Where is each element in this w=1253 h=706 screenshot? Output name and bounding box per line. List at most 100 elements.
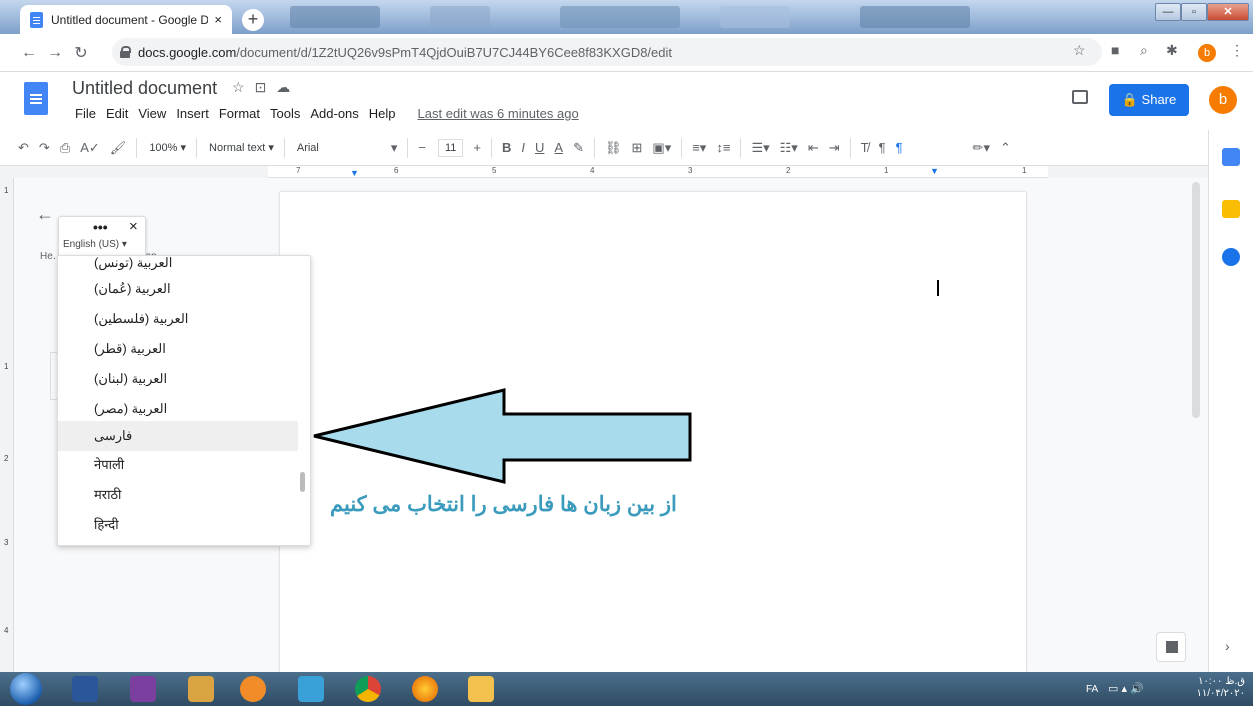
menu-addons[interactable]: Add-ons	[310, 106, 358, 121]
spellcheck-icon[interactable]: A✓	[80, 140, 100, 156]
comment-icon[interactable]: ⊞	[632, 140, 643, 156]
link-icon[interactable]: ⛓	[605, 140, 622, 156]
bookmark-star-icon[interactable]: ☆	[1073, 42, 1086, 59]
ccleaner-icon[interactable]	[240, 676, 266, 702]
keyboard-language[interactable]: FA	[1086, 684, 1098, 695]
language-option[interactable]: العربية (فلسطين)	[58, 304, 298, 334]
file-explorer-icon[interactable]	[468, 676, 494, 702]
right-indent-marker[interactable]: ▼	[930, 166, 939, 176]
chrome-icon[interactable]	[355, 676, 381, 702]
network-icon[interactable]	[298, 676, 324, 702]
calendar-icon[interactable]	[1222, 148, 1240, 166]
start-button[interactable]	[10, 673, 42, 705]
font-size-input[interactable]: 11	[437, 138, 464, 157]
last-edit-link[interactable]: Last edit was 6 minutes ago	[418, 106, 579, 121]
maximize-button[interactable]: ▫	[1181, 3, 1207, 21]
menu-tools[interactable]: Tools	[270, 106, 300, 121]
left-indent-marker[interactable]: ▼	[350, 168, 359, 178]
extension-icon[interactable]: ■	[1111, 42, 1119, 58]
puzzle-icon[interactable]: ✱	[1166, 42, 1178, 59]
tasks-icon[interactable]	[1222, 248, 1240, 266]
increase-font-size-icon[interactable]: +	[473, 140, 481, 155]
horizontal-ruler[interactable]: 7 6 5 4 3 2 1 1 ▼ ▼	[268, 166, 1048, 178]
language-select[interactable]: English (US) ▾	[59, 239, 127, 250]
language-option[interactable]: العربية (لبنان)	[58, 364, 298, 394]
zoom-select[interactable]: 100% ▾	[149, 141, 186, 154]
language-option[interactable]: العربية (قطر)	[58, 334, 298, 364]
document-scrollbar[interactable]	[1192, 182, 1200, 418]
highlight-icon[interactable]: ✎	[573, 140, 584, 156]
document-title[interactable]: Untitled document	[72, 78, 217, 99]
chrome-menu-icon[interactable]: ⋮	[1230, 42, 1244, 59]
expand-panel-icon[interactable]: ›	[1225, 638, 1230, 654]
language-option[interactable]: العربية (عُمان)	[58, 274, 298, 304]
rtl-icon[interactable]: ¶	[896, 140, 903, 155]
print-icon[interactable]: ⎙	[60, 140, 70, 156]
outlook-icon[interactable]	[72, 676, 98, 702]
explore-icon[interactable]	[1156, 632, 1186, 662]
language-option[interactable]: हिन्दी	[58, 510, 298, 540]
dropdown-scrollbar[interactable]	[300, 472, 305, 492]
menu-edit[interactable]: Edit	[106, 106, 128, 121]
firefox-icon[interactable]	[412, 676, 438, 702]
search-extension-icon[interactable]: ⌕	[1140, 42, 1148, 59]
outline-back-icon[interactable]: ←	[36, 204, 54, 225]
keep-icon[interactable]	[1222, 200, 1240, 218]
collapse-menus-icon[interactable]: ⌃	[1000, 140, 1011, 156]
move-folder-icon[interactable]: ⊡	[255, 79, 277, 95]
tab-close-icon[interactable]: ×	[214, 12, 222, 27]
browser-profile-avatar[interactable]: b	[1198, 44, 1216, 62]
language-option[interactable]: नेपाली	[58, 450, 298, 480]
bold-icon[interactable]: B	[502, 140, 511, 155]
app-icon[interactable]	[130, 676, 156, 702]
forward-icon[interactable]: →	[42, 44, 68, 62]
undo-icon[interactable]: ↶	[18, 140, 29, 156]
share-button[interactable]: 🔒 Share	[1109, 84, 1189, 116]
minimize-button[interactable]: —	[1155, 3, 1181, 21]
style-select[interactable]: Normal text ▾	[209, 141, 274, 154]
menu-insert[interactable]: Insert	[176, 106, 209, 121]
decrease-indent-icon[interactable]: ⇤	[808, 140, 819, 156]
system-clock[interactable]: ۱۰:۰۰ ق.ظ ۱۱/۰۴/۲۰۲۰	[1196, 676, 1245, 700]
font-select[interactable]: Arial	[297, 142, 381, 154]
font-dropdown-icon[interactable]: ▾	[391, 140, 398, 156]
menu-format[interactable]: Format	[219, 106, 260, 121]
close-window-button[interactable]: ✕	[1207, 3, 1249, 21]
back-icon[interactable]: ←	[16, 44, 42, 62]
new-tab-button[interactable]: +	[242, 9, 264, 31]
align-icon[interactable]: ≡▾	[692, 140, 706, 156]
paint-format-icon[interactable]: 🖌	[110, 140, 127, 156]
menu-file[interactable]: File	[75, 106, 96, 121]
tray-icons[interactable]: ▭ ▴ 🔊	[1108, 682, 1144, 695]
star-icon[interactable]: ☆	[232, 79, 255, 95]
bulleted-list-icon[interactable]: ☷▾	[780, 140, 798, 156]
docs-logo-icon[interactable]	[24, 82, 48, 115]
account-avatar[interactable]: b	[1209, 86, 1237, 114]
more-options-icon[interactable]: •••	[93, 219, 108, 235]
clear-formatting-icon[interactable]: T̸	[861, 140, 869, 155]
increase-indent-icon[interactable]: ⇥	[829, 140, 840, 156]
cloud-status-icon[interactable]: ☁	[276, 79, 300, 95]
image-icon[interactable]: ▣▾	[652, 140, 671, 156]
ltr-icon[interactable]: ¶	[879, 140, 886, 155]
language-option[interactable]: العربية (مصر)	[58, 394, 298, 424]
underline-icon[interactable]: U	[535, 140, 544, 155]
text-color-icon[interactable]: A	[554, 140, 563, 155]
url-input[interactable]: docs.google.com/document/d/1Z2tUQ26v9sPm…	[112, 38, 1102, 66]
checklist-icon[interactable]: ☰▾	[751, 140, 769, 156]
redo-icon[interactable]: ↷	[39, 140, 50, 156]
language-option[interactable]: मराठी	[58, 480, 298, 510]
line-spacing-icon[interactable]: ↕≡	[716, 140, 730, 155]
editing-mode-icon[interactable]: ✏▾	[973, 140, 990, 156]
menu-view[interactable]: View	[138, 106, 166, 121]
popup-close-icon[interactable]: ×	[129, 218, 138, 235]
comment-history-icon[interactable]	[1072, 90, 1088, 104]
decrease-font-size-icon[interactable]: −	[418, 140, 426, 155]
italic-icon[interactable]: I	[521, 140, 525, 155]
browser-tab[interactable]: Untitled document - Google Doc ×	[20, 5, 232, 34]
paint-icon[interactable]	[188, 676, 214, 702]
reload-icon[interactable]: ↻	[68, 43, 94, 63]
vertical-ruler[interactable]: 1 1 2 3 4	[0, 178, 14, 672]
language-option-selected[interactable]: فارسی	[58, 421, 298, 451]
menu-help[interactable]: Help	[369, 106, 396, 121]
